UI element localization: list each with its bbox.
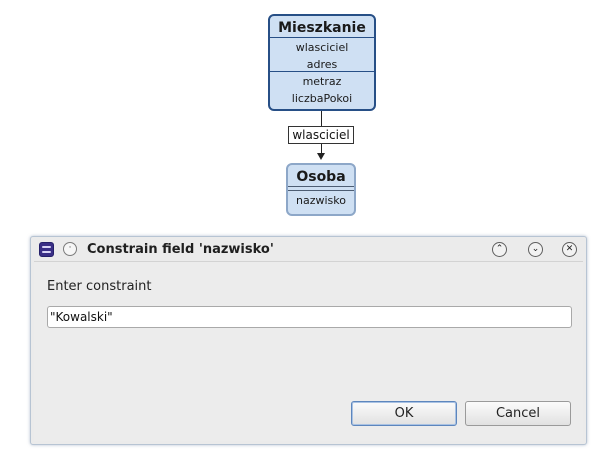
class-section-a: wlasciciel adres: [270, 37, 374, 71]
minimize-icon[interactable]: ⌄: [528, 242, 543, 257]
class-attribute[interactable]: wlasciciel: [270, 39, 374, 56]
class-name: Mieszkanie: [278, 20, 366, 36]
association-label[interactable]: wlasciciel: [288, 126, 354, 144]
window-menu-icon[interactable]: ·: [63, 242, 77, 256]
ok-button[interactable]: OK: [351, 401, 457, 426]
class-section: nazwisko: [288, 190, 354, 208]
constraint-dialog: · Constrain field 'nazwisko' ⌃ ⌄ ✕ Enter…: [30, 236, 587, 445]
constraint-prompt: Enter constraint: [47, 279, 152, 294]
class-section-b: metraz liczbaPokoi: [270, 71, 374, 107]
class-attribute[interactable]: liczbaPokoi: [270, 90, 374, 107]
association-line: [321, 111, 322, 126]
class-box-osoba[interactable]: Osoba nazwisko: [286, 163, 356, 216]
close-icon[interactable]: ✕: [562, 242, 577, 257]
constraint-input[interactable]: [47, 306, 572, 328]
dialog-titlebar[interactable]: · Constrain field 'nazwisko' ⌃ ⌄ ✕: [31, 237, 586, 262]
dialog-body: Enter constraint OK Cancel: [34, 261, 583, 441]
cancel-button[interactable]: Cancel: [465, 401, 571, 426]
class-attribute[interactable]: nazwisko: [288, 193, 354, 208]
class-box-mieszkanie[interactable]: Mieszkanie wlasciciel adres metraz liczb…: [268, 14, 376, 111]
app-icon: [39, 242, 54, 257]
association-arrowhead: [317, 153, 325, 160]
class-name: Osoba: [296, 169, 346, 185]
class-attribute[interactable]: metraz: [270, 73, 374, 90]
shade-icon[interactable]: ⌃: [492, 242, 507, 257]
dialog-title: Constrain field 'nazwisko': [87, 242, 274, 257]
